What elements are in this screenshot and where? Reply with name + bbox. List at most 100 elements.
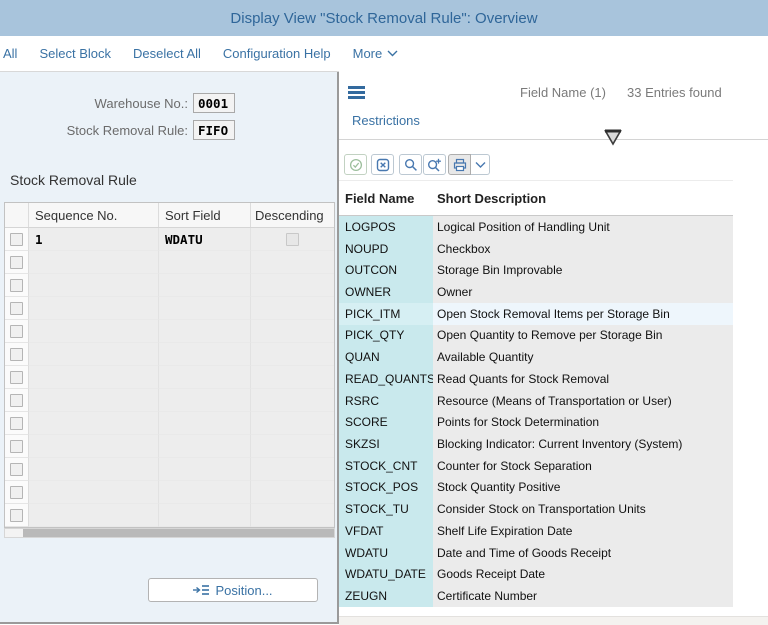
menu-item-configuration-help[interactable]: Configuration Help [223,46,331,61]
field-row[interactable]: WDATU_DATE Goods Receipt Date [339,563,733,586]
row-select-checkbox[interactable] [10,370,23,384]
row-select-checkbox[interactable] [10,324,23,338]
search-more-button[interactable] [423,154,446,175]
sequence-no-cell[interactable] [29,343,159,366]
warehouse-no-field[interactable]: 0001 [193,93,235,113]
row-select-checkbox[interactable] [10,416,23,430]
field-row[interactable]: SCORE Points for Stock Determination [339,411,733,434]
sequence-no-cell[interactable] [29,458,159,481]
column-header-sort-field[interactable]: Sort Field [159,203,251,227]
menu-item-more[interactable]: More [353,46,399,61]
field-row[interactable]: QUAN Available Quantity [339,346,733,369]
field-row[interactable]: STOCK_TU Consider Stock on Transportation… [339,498,733,521]
field-row[interactable]: OWNER Owner [339,281,733,303]
print-button[interactable] [448,154,471,175]
row-select-checkbox[interactable] [10,278,23,292]
search-button[interactable] [399,154,422,175]
sort-field-cell[interactable] [159,435,251,458]
sequence-no-cell[interactable] [29,481,159,504]
row-select-checkbox[interactable] [10,255,23,269]
field-row[interactable]: RSRC Resource (Means of Transportation or… [339,389,733,412]
field-row[interactable]: PICK_QTY Open Quantity to Remove per Stor… [339,324,733,347]
sort-field-cell[interactable] [159,343,251,366]
page-title: Display View "Stock Removal Rule": Overv… [230,9,538,27]
field-row[interactable]: STOCK_CNT Counter for Stock Separation [339,454,733,477]
row-select-checkbox[interactable] [10,485,23,499]
sort-field-cell[interactable] [159,320,251,343]
column-header-sequence-no[interactable]: Sequence No. [29,203,159,227]
field-row[interactable]: READ_QUANTS Read Quants for Stock Removal [339,368,733,390]
field-description-cell: Checkbox [433,237,733,260]
cancel-button[interactable] [371,154,394,175]
menu-item-deselect-all[interactable]: Deselect All [133,46,201,61]
search-more-icon [427,158,441,172]
field-row[interactable]: LOGPOS Logical Position of Handling Unit [339,216,733,238]
position-button[interactable]: Position... [148,578,318,602]
sequence-no-cell[interactable]: 1 [29,228,159,251]
sequence-no-cell[interactable] [29,320,159,343]
row-selector-cell [5,228,29,251]
field-row[interactable]: SKZSI Blocking Indicator: Current Invento… [339,433,733,455]
row-selector-cell [5,297,29,320]
column-header-short-description[interactable]: Short Description [433,191,733,206]
row-select-checkbox[interactable] [10,232,23,246]
field-description-cell: Open Quantity to Remove per Storage Bin [433,324,733,347]
select-all-column-header[interactable] [5,203,29,227]
field-row[interactable]: ZEUGN Certificate Number [339,585,733,607]
row-select-checkbox[interactable] [10,439,23,453]
field-row[interactable]: OUTCON Storage Bin Improvable [339,259,733,282]
sort-field-cell[interactable] [159,251,251,274]
menu-item-select-block[interactable]: Select Block [39,46,111,61]
row-select-checkbox[interactable] [10,347,23,361]
descending-cell [251,389,334,412]
row-select-checkbox[interactable] [10,301,23,315]
sequence-row [5,412,334,435]
accept-check-icon [349,158,362,171]
restrictions-link[interactable]: Restrictions [352,113,420,128]
sort-field-cell[interactable] [159,297,251,320]
sort-field-cell[interactable]: WDATU [159,228,251,251]
field-name-cell: LOGPOS [339,216,433,238]
descending-cell [251,504,334,527]
field-name-cell: ZEUGN [339,585,433,607]
sequence-no-cell[interactable] [29,274,159,297]
sort-field-cell[interactable] [159,389,251,412]
sort-field-cell[interactable] [159,412,251,435]
row-select-checkbox[interactable] [10,508,23,522]
sequence-no-cell[interactable] [29,366,159,389]
menu-item-all[interactable]: All [3,46,17,61]
field-row[interactable]: NOUPD Checkbox [339,237,733,260]
horizontal-scrollbar-thumb[interactable] [23,529,334,537]
print-options-button[interactable] [471,154,490,175]
column-header-descending[interactable]: Descending [251,203,334,227]
field-row[interactable]: STOCK_POS Stock Quantity Positive [339,476,733,499]
descending-checkbox[interactable] [286,232,299,246]
sequence-no-cell[interactable] [29,412,159,435]
field-description-cell: Available Quantity [433,346,733,369]
row-select-checkbox[interactable] [10,393,23,407]
sequence-no-cell[interactable] [29,504,159,527]
sort-field-cell[interactable] [159,366,251,389]
accept-button[interactable] [344,154,367,175]
sort-field-cell[interactable] [159,481,251,504]
sequence-no-cell[interactable] [29,297,159,320]
field-name-cell: SCORE [339,411,433,434]
menu-burger-icon[interactable] [348,86,365,102]
sequence-no-cell[interactable] [29,251,159,274]
sequence-no-cell[interactable] [29,435,159,458]
field-row[interactable]: PICK_ITM Open Stock Removal Items per Sto… [339,302,733,325]
sort-field-cell[interactable] [159,458,251,481]
cancel-x-icon [376,158,389,171]
sequence-row [5,504,334,527]
sort-field-cell[interactable] [159,274,251,297]
field-row[interactable]: VFDAT Shelf Life Expiration Date [339,520,733,542]
row-select-checkbox[interactable] [10,462,23,476]
sort-field-cell[interactable] [159,504,251,527]
sequence-no-cell[interactable] [29,389,159,412]
sequence-row [5,366,334,389]
field-row[interactable]: WDATU Date and Time of Goods Receipt [339,541,733,564]
stock-removal-rule-field[interactable]: FIFO [193,120,235,140]
column-header-field-name[interactable]: Field Name [339,191,433,206]
horizontal-scrollbar-track[interactable] [4,528,335,538]
popup-footer [339,616,768,625]
